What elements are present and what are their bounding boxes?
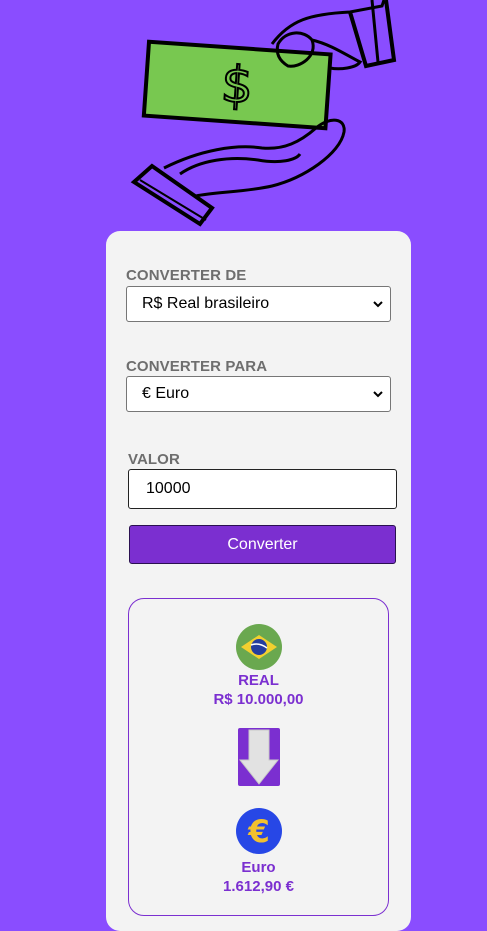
converter-card: CONVERTER DE R$ Real brasileiro CONVERTE… bbox=[106, 231, 411, 931]
brazil-flag-icon bbox=[236, 624, 282, 670]
chevron-down-icon bbox=[373, 301, 383, 308]
euro-icon: € bbox=[236, 808, 282, 854]
svg-text:$: $ bbox=[219, 55, 255, 115]
target-currency-amount: 1.612,90 € bbox=[223, 878, 294, 895]
to-label: CONVERTER PARA bbox=[126, 358, 268, 375]
hand-giving-money-icon: $ bbox=[130, 0, 397, 227]
chevron-down-icon bbox=[373, 391, 383, 398]
amount-input[interactable]: 10000 bbox=[128, 469, 397, 509]
target-currency-name: Euro bbox=[241, 859, 276, 876]
from-label: CONVERTER DE bbox=[126, 267, 247, 284]
from-currency-value: R$ Real brasileiro bbox=[142, 295, 270, 312]
to-currency-select[interactable]: € Euro bbox=[126, 376, 391, 412]
conversion-result: REAL R$ 10.000,00 € Euro 1.612,90 € bbox=[128, 598, 389, 916]
arrow-down-icon bbox=[238, 728, 280, 786]
convert-button[interactable]: Converter bbox=[129, 525, 396, 564]
amount-value: 10000 bbox=[146, 480, 191, 497]
from-currency-select[interactable]: R$ Real brasileiro bbox=[126, 286, 391, 322]
source-currency-amount: R$ 10.000,00 bbox=[213, 691, 304, 708]
amount-label: VALOR bbox=[128, 451, 180, 468]
svg-text:€: € bbox=[247, 814, 270, 850]
to-currency-value: € Euro bbox=[142, 385, 190, 402]
source-currency-name: REAL bbox=[238, 672, 279, 689]
